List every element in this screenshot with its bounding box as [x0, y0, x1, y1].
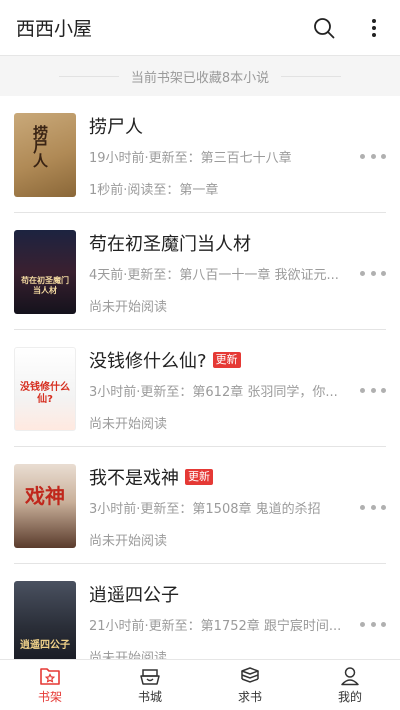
bookshelf-list: 捞尸人 捞尸人 19小时前·更新至：第三百七十八章 1秒前·阅读至：第一章 苟在… — [0, 96, 400, 659]
tab-label: 我的 — [337, 689, 362, 704]
book-update-info: 4天前·更新至：第八百一十一章 我欲证元... — [89, 268, 339, 283]
book-item[interactable]: 戏神 我不是戏神 更新 3小时前·更新至：第1508章 鬼道的杀招 尚未开始阅读 — [14, 447, 386, 564]
book-update-info: 21小时前·更新至：第1752章 跟宁宸时间... — [89, 619, 342, 634]
book-cover-title: 没钱修什么仙? — [20, 382, 70, 405]
book-cover-title: 逍遥四公子 — [20, 640, 70, 651]
bookshelf-count-banner: 当前书架已收藏8本小说 — [0, 56, 400, 96]
book-cover: 没钱修什么仙? — [14, 347, 76, 431]
bookshelf-icon — [40, 667, 60, 685]
book-info: 苟在初圣魔门当人材 4天前·更新至：第八百一十一章 我欲证元... 尚未开始阅读 — [89, 230, 386, 315]
divider-left — [58, 75, 119, 77]
tab-bookshelf[interactable]: 书架 — [0, 660, 100, 710]
tab-label: 书城 — [137, 689, 162, 704]
book-title-row: 逍遥四公子 — [89, 581, 386, 607]
book-title: 苟在初圣魔门当人材 — [89, 234, 251, 255]
more-vert-icon[interactable] — [362, 16, 386, 40]
book-update-info: 3小时前·更新至：第612章 张羽同学，你... — [89, 385, 338, 400]
book-info: 我不是戏神 更新 3小时前·更新至：第1508章 鬼道的杀招 尚未开始阅读 — [89, 464, 386, 549]
book-item[interactable]: 没钱修什么仙? 没钱修什么仙? 更新 3小时前·更新至：第612章 张羽同学，你… — [14, 330, 386, 447]
update-badge: 更新 — [185, 469, 213, 485]
book-item[interactable]: 逍遥四公子 逍遥四公子 21小时前·更新至：第1752章 跟宁宸时间... 尚未… — [14, 564, 386, 659]
book-cover-title: 捞尸人 — [31, 125, 49, 167]
book-info: 捞尸人 19小时前·更新至：第三百七十八章 1秒前·阅读至：第一章 — [89, 113, 386, 198]
book-reading-progress: 尚未开始阅读 — [89, 300, 168, 315]
tab-request-book[interactable]: 求书 — [200, 660, 300, 710]
more-options-icon[interactable] — [360, 267, 386, 279]
book-item[interactable]: 捞尸人 捞尸人 19小时前·更新至：第三百七十八章 1秒前·阅读至：第一章 — [14, 96, 386, 213]
book-cover: 苟在初圣魔门当人材 — [14, 230, 76, 314]
book-title-row: 捞尸人 — [89, 113, 386, 139]
more-options-icon[interactable] — [360, 618, 386, 630]
book-info: 逍遥四公子 21小时前·更新至：第1752章 跟宁宸时间... 尚未开始阅读 — [89, 581, 386, 659]
tab-label: 书架 — [37, 689, 62, 704]
app-root: 西西小屋 当前书架已收藏8本小说 捞尸人 捞尸人 19小时前·更新至：第三百七十 — [0, 0, 400, 710]
book-reading-progress: 尚未开始阅读 — [89, 534, 168, 549]
book-cover: 捞尸人 — [14, 113, 76, 197]
book-title: 捞尸人 — [89, 117, 143, 138]
more-options-icon[interactable] — [360, 384, 386, 396]
more-options-icon[interactable] — [360, 501, 386, 513]
book-cover: 戏神 — [14, 464, 76, 548]
bottom-tab-bar: 书架 书城 求书 我的 — [0, 659, 400, 710]
book-title: 逍遥四公子 — [89, 585, 179, 606]
user-icon — [341, 666, 359, 685]
more-options-icon[interactable] — [360, 150, 386, 162]
tab-label: 求书 — [237, 689, 262, 704]
book-reading-progress: 尚未开始阅读 — [89, 417, 168, 432]
search-icon[interactable] — [312, 16, 336, 40]
bookstore-icon — [140, 668, 160, 685]
header-actions — [312, 16, 386, 40]
book-stack-icon — [241, 666, 259, 683]
book-update-info: 3小时前·更新至：第1508章 鬼道的杀招 — [89, 502, 321, 517]
divider-right — [281, 75, 342, 77]
bookshelf-count-text: 当前书架已收藏8本小说 — [130, 70, 270, 86]
book-reading-progress: 1秒前·阅读至：第一章 — [89, 183, 219, 198]
app-title: 西西小屋 — [16, 18, 93, 40]
book-cover-title: 苟在初圣魔门当人材 — [21, 276, 69, 296]
book-title: 我不是戏神 — [89, 468, 179, 489]
book-title-row: 没钱修什么仙? 更新 — [89, 347, 386, 373]
book-reading-progress: 尚未开始阅读 — [89, 651, 168, 659]
book-info: 没钱修什么仙? 更新 3小时前·更新至：第612章 张羽同学，你... 尚未开始… — [89, 347, 386, 432]
update-badge: 更新 — [212, 352, 241, 368]
book-title: 没钱修什么仙? — [89, 351, 207, 372]
top-app-bar: 西西小屋 — [0, 0, 400, 56]
book-title-row: 我不是戏神 更新 — [89, 464, 386, 490]
book-title-row: 苟在初圣魔门当人材 — [89, 230, 386, 256]
tab-bookstore[interactable]: 书城 — [100, 660, 200, 710]
book-update-info: 19小时前·更新至：第三百七十八章 — [89, 151, 292, 166]
book-cover-title: 戏神 — [25, 484, 65, 508]
tab-profile[interactable]: 我的 — [300, 660, 400, 710]
book-cover: 逍遥四公子 — [14, 581, 76, 659]
book-item[interactable]: 苟在初圣魔门当人材 苟在初圣魔门当人材 4天前·更新至：第八百一十一章 我欲证元… — [14, 213, 386, 330]
